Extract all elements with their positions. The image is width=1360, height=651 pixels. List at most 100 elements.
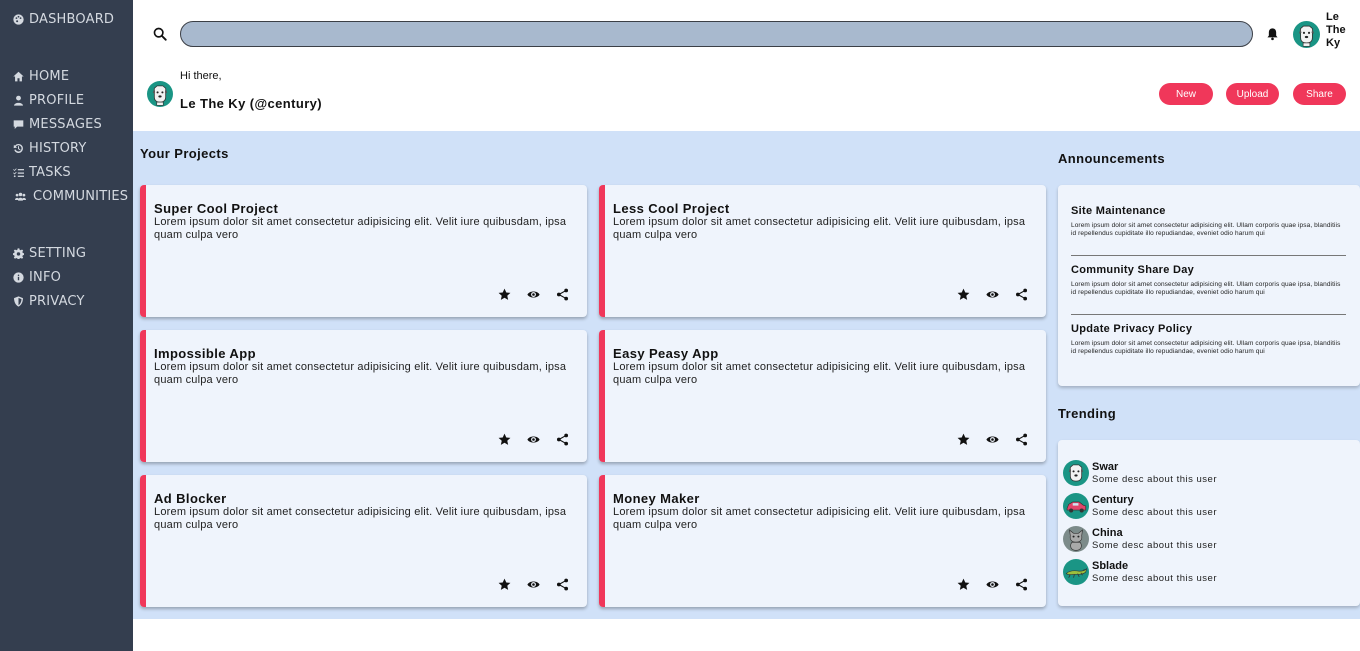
sidebar: DASHBOARD HOME PROFILE MESSAGES HISTORY … [0, 0, 133, 651]
trending-user[interactable]: Swar Some desc about this user [1063, 460, 1217, 486]
share-icon[interactable] [1014, 577, 1028, 591]
star-icon[interactable] [497, 432, 511, 446]
info-icon [13, 272, 24, 283]
announcement-item[interactable]: Community Share Day Lorem ipsum dolor si… [1071, 264, 1346, 297]
share-icon[interactable] [555, 577, 569, 591]
sidebar-item-label: COMMUNITIES [33, 189, 129, 204]
star-icon[interactable] [956, 287, 970, 301]
dog-icon [1063, 460, 1089, 486]
share-icon[interactable] [1014, 287, 1028, 301]
trending-user-name: Swar [1092, 461, 1119, 473]
project-title: Super Cool Project [154, 201, 279, 216]
trending-user-name: Century [1092, 494, 1134, 506]
sidebar-item-label: SETTING [29, 246, 87, 261]
share-button[interactable]: Share [1293, 83, 1346, 105]
sidebar-item-profile[interactable]: PROFILE [13, 93, 84, 108]
sidebar-item-label: PRIVACY [29, 294, 85, 309]
eye-icon[interactable] [526, 432, 540, 446]
project-description: Lorem ipsum dolor sit amet consectetur a… [613, 361, 1026, 386]
sidebar-item-label: PROFILE [29, 93, 85, 108]
star-icon[interactable] [497, 287, 511, 301]
search-input[interactable] [180, 21, 1253, 47]
project-title: Less Cool Project [613, 201, 730, 216]
user-name[interactable]: Le The Ky [1326, 11, 1356, 50]
upload-button[interactable]: Upload [1226, 83, 1279, 105]
project-description: Lorem ipsum dolor sit amet consectetur a… [154, 506, 567, 531]
trending-title: Trending [1058, 406, 1117, 421]
trending-user-name: Sblade [1092, 560, 1129, 572]
project-card[interactable]: Less Cool Project Lorem ipsum dolor sit a… [599, 185, 1046, 317]
announcement-title: Update Privacy Policy [1071, 323, 1193, 335]
tasks-icon [13, 168, 24, 178]
lizard-icon [1063, 559, 1089, 585]
eye-icon[interactable] [526, 287, 540, 301]
star-icon[interactable] [497, 577, 511, 591]
announcement-item[interactable]: Site Maintenance Lorem ipsum dolor sit a… [1071, 205, 1346, 238]
projects-title: Your Projects [140, 146, 229, 161]
sidebar-item-communities[interactable]: COMMUNITIES [13, 189, 128, 204]
trending-user[interactable]: Century Some desc about this user [1063, 493, 1217, 519]
project-title: Money Maker [613, 491, 700, 506]
share-icon[interactable] [555, 432, 569, 446]
greeting-text: Hi there, [180, 70, 222, 82]
new-button[interactable]: New [1159, 83, 1213, 105]
message-icon [13, 120, 24, 129]
announcements-title: Announcements [1058, 151, 1166, 166]
sidebar-item-dashboard[interactable]: DASHBOARD [13, 12, 114, 27]
announcement-body: Lorem ipsum dolor sit amet consectetur a… [1071, 281, 1341, 296]
bell-icon[interactable] [1266, 27, 1279, 41]
sidebar-item-privacy[interactable]: PRIVACY [13, 294, 85, 309]
project-description: Lorem ipsum dolor sit amet consectetur a… [613, 216, 1026, 241]
sidebar-item-info[interactable]: INFO [13, 270, 61, 285]
project-card[interactable]: Super Cool Project Lorem ipsum dolor sit … [140, 185, 587, 317]
star-icon[interactable] [956, 432, 970, 446]
trending-user-desc: Some desc about this user [1092, 507, 1217, 518]
sidebar-item-label: DASHBOARD [29, 12, 115, 27]
share-icon[interactable] [1014, 432, 1028, 446]
avatar[interactable] [1293, 21, 1320, 48]
card-actions [497, 577, 569, 591]
divider [1071, 314, 1346, 315]
project-description: Lorem ipsum dolor sit amet consectetur a… [154, 216, 567, 241]
user-handle: Le The Ky (@century) [180, 96, 323, 111]
sidebar-item-setting[interactable]: SETTING [13, 246, 86, 261]
palette-icon [13, 14, 24, 25]
project-card[interactable]: Easy Peasy App Lorem ipsum dolor sit amet… [599, 330, 1046, 462]
announcement-item[interactable]: Update Privacy Policy Lorem ipsum dolor … [1071, 323, 1346, 356]
shield-icon [14, 296, 23, 307]
search-icon[interactable] [153, 27, 167, 41]
sidebar-item-home[interactable]: HOME [13, 69, 69, 84]
share-icon[interactable] [555, 287, 569, 301]
announcement-body: Lorem ipsum dolor sit amet consectetur a… [1071, 222, 1341, 237]
trending-user-name: China [1092, 527, 1123, 539]
project-title: Impossible App [154, 346, 256, 361]
trending-user[interactable]: Sblade Some desc about this user [1063, 559, 1217, 585]
card-actions [497, 287, 569, 301]
card-actions [497, 432, 569, 446]
trending-user[interactable]: China Some desc about this user [1063, 526, 1217, 552]
user-icon [14, 95, 23, 106]
sidebar-item-history[interactable]: HISTORY [13, 141, 87, 156]
avatar [147, 81, 173, 107]
sidebar-item-label: HISTORY [29, 141, 87, 156]
project-card[interactable]: Ad Blocker Lorem ipsum dolor sit amet con… [140, 475, 587, 607]
project-title: Ad Blocker [154, 491, 227, 506]
eye-icon[interactable] [985, 432, 999, 446]
project-card[interactable]: Impossible App Lorem ipsum dolor sit amet… [140, 330, 587, 462]
eye-icon[interactable] [985, 577, 999, 591]
sidebar-item-label: INFO [29, 270, 62, 285]
eye-icon[interactable] [985, 287, 999, 301]
announcement-body: Lorem ipsum dolor sit amet consectetur a… [1071, 340, 1341, 355]
sidebar-item-label: MESSAGES [29, 117, 102, 132]
star-icon[interactable] [956, 577, 970, 591]
sidebar-item-tasks[interactable]: TASKS [13, 165, 71, 180]
project-card[interactable]: Money Maker Lorem ipsum dolor sit amet co… [599, 475, 1046, 607]
card-actions [956, 577, 1028, 591]
project-description: Lorem ipsum dolor sit amet consectetur a… [154, 361, 567, 386]
trending-user-desc: Some desc about this user [1092, 573, 1217, 584]
car-icon [1063, 493, 1089, 519]
sidebar-item-messages[interactable]: MESSAGES [13, 117, 102, 132]
eye-icon[interactable] [526, 577, 540, 591]
cat-icon [1063, 526, 1089, 552]
home-icon [13, 71, 24, 82]
